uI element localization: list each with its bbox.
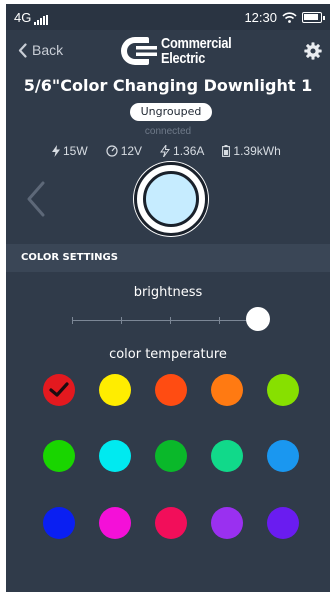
brand-logo-line1: Commercial — [161, 35, 232, 52]
energy-stat: 1.39kWh — [222, 144, 281, 158]
slider-tick — [219, 317, 220, 324]
color-temperature-label: color temperature — [109, 347, 227, 362]
brightness-label: brightness — [133, 285, 203, 300]
current-stat: 1.36A — [160, 144, 204, 158]
signal-icon — [34, 15, 49, 25]
color-swatch[interactable] — [155, 440, 187, 472]
light-color-indicator[interactable] — [134, 162, 208, 236]
group-badge[interactable]: Ungrouped — [130, 103, 212, 121]
color-swatch[interactable] — [43, 440, 75, 472]
color-swatch[interactable] — [155, 507, 187, 539]
voltage-value: 12V — [120, 144, 143, 158]
brightness-slider-thumb[interactable] — [246, 307, 270, 331]
connection-status: connected — [144, 126, 192, 137]
gauge-icon — [106, 145, 118, 157]
slider-tick — [72, 317, 73, 324]
color-swatch[interactable] — [267, 440, 299, 472]
brand-logo-mark-icon — [121, 37, 157, 65]
color-swatch[interactable] — [267, 374, 299, 406]
battery-icon — [302, 12, 325, 23]
color-swatch[interactable] — [99, 440, 131, 472]
back-label: Back — [32, 42, 64, 58]
energy-value: 1.39kWh — [233, 144, 281, 158]
clock: 12:30 — [244, 10, 277, 25]
section-header-color-settings: COLOR SETTINGS — [6, 244, 330, 272]
color-swatch[interactable] — [99, 374, 131, 406]
slider-tick — [121, 317, 122, 324]
color-swatch[interactable] — [211, 374, 243, 406]
color-swatch[interactable] — [267, 507, 299, 539]
device-stats: 15W 12V 1.36A 1.39kWh — [52, 144, 281, 158]
light-color-preview — [143, 171, 199, 227]
voltage-stat: 12V — [106, 144, 142, 158]
brightness-slider-track[interactable] — [72, 317, 268, 324]
network-type: 4G — [14, 10, 32, 25]
brand-logo-text: Commercial Electric — [161, 35, 232, 67]
checkmark-icon — [49, 382, 69, 397]
chevron-left-icon — [18, 42, 27, 58]
power-value: 15W — [63, 144, 88, 158]
color-swatch[interactable] — [211, 440, 243, 472]
brand-logo-line2: Electric — [161, 50, 206, 67]
device-title: 5/6"Color Changing Downlight 1 — [23, 76, 313, 95]
current-icon — [160, 145, 171, 157]
previous-device-arrow-icon[interactable] — [26, 181, 46, 217]
wifi-icon — [282, 12, 297, 23]
gear-icon[interactable] — [304, 42, 322, 60]
color-swatch[interactable] — [211, 507, 243, 539]
battery-level-icon — [222, 145, 231, 157]
brand-logo: Commercial Electric — [119, 36, 244, 66]
color-swatch[interactable] — [43, 374, 75, 406]
slider-tick — [170, 317, 171, 324]
back-button[interactable]: Back — [18, 42, 63, 58]
color-swatch[interactable] — [43, 507, 75, 539]
color-swatch[interactable] — [99, 507, 131, 539]
color-swatch[interactable] — [155, 374, 187, 406]
app-screen: 4G 12:30 Back Commercial Electric 5/6"Co… — [6, 4, 330, 592]
lightning-icon — [52, 145, 60, 157]
status-left: 4G — [14, 10, 49, 25]
current-value: 1.36A — [173, 144, 205, 158]
power-stat: 15W — [52, 144, 88, 158]
status-right: 12:30 — [244, 10, 325, 25]
status-bar: 4G 12:30 — [6, 4, 330, 30]
